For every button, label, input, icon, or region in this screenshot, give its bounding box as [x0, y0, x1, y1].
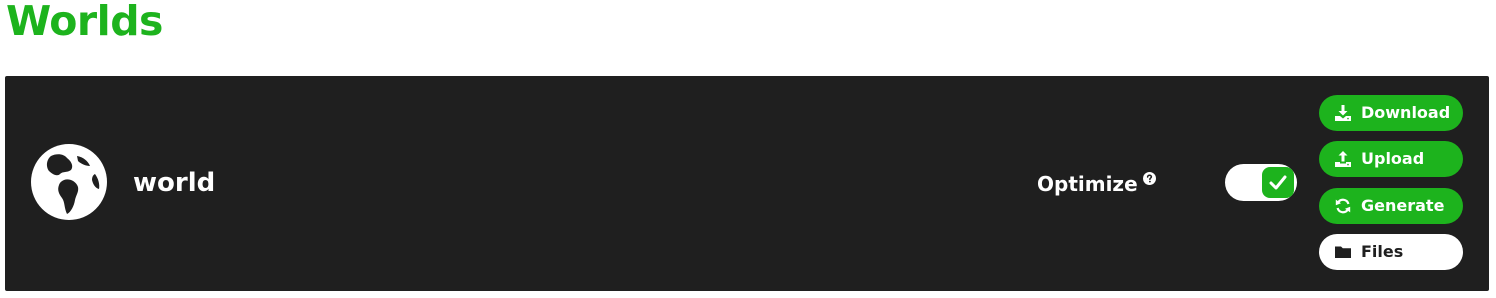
page-title: Worlds: [6, 0, 163, 45]
toggle-knob: [1262, 167, 1294, 198]
generate-button-label: Generate: [1361, 196, 1445, 215]
generate-button[interactable]: Generate: [1319, 188, 1463, 224]
download-button[interactable]: Download: [1319, 95, 1463, 131]
download-icon: [1335, 105, 1351, 121]
download-button-label: Download: [1361, 103, 1451, 122]
world-card: world Optimize Download Upload Generate …: [5, 76, 1489, 291]
files-button[interactable]: Files: [1319, 234, 1463, 270]
sync-icon: [1335, 198, 1351, 214]
upload-icon: [1335, 151, 1351, 167]
upload-button-label: Upload: [1361, 149, 1425, 168]
folder-icon: [1335, 246, 1351, 258]
globe-icon: [31, 144, 107, 220]
optimize-label: Optimize: [1037, 172, 1138, 196]
question-circle-icon[interactable]: [1143, 172, 1156, 185]
upload-button[interactable]: Upload: [1319, 141, 1463, 177]
optimize-toggle[interactable]: [1225, 164, 1297, 201]
world-name: world: [133, 168, 216, 198]
files-button-label: Files: [1361, 242, 1404, 261]
check-icon: [1269, 175, 1287, 190]
